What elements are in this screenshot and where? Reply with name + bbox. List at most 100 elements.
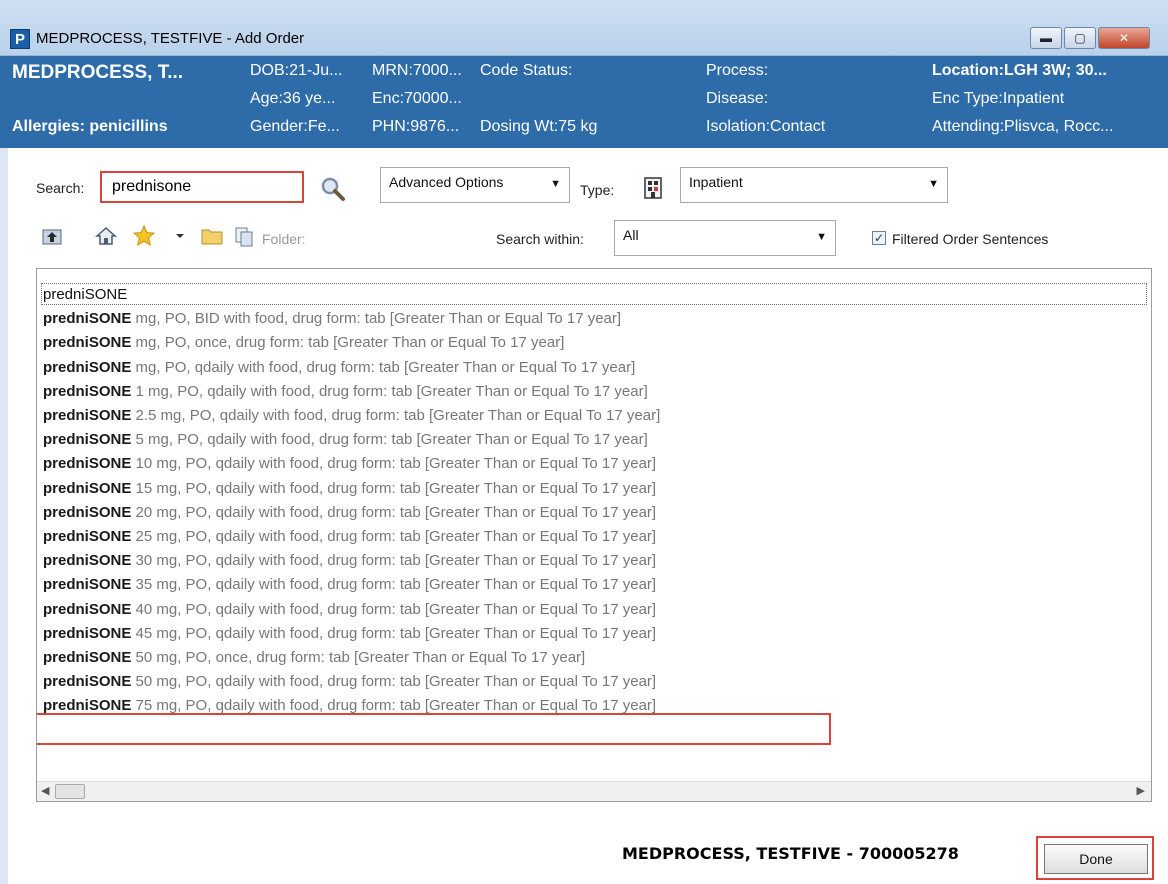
list-item[interactable]: predniSONE 10 mg, PO, qdaily with food, … (43, 452, 656, 476)
drug-name: predniSONE (43, 576, 132, 594)
list-item[interactable]: predniSONE 75 mg, PO, qdaily with food, … (43, 694, 656, 718)
list-item[interactable]: predniSONE 50 mg, PO, once, drug form: t… (43, 646, 585, 670)
close-icon: ✕ (1118, 31, 1130, 45)
search-within-value: All (623, 227, 639, 243)
order-sentence: 20 mg, PO, qdaily with food, drug form: … (135, 503, 657, 521)
type-value: Inpatient (689, 174, 743, 190)
drug-name: predniSONE (43, 600, 132, 618)
title-bar: P MEDPROCESS, TESTFIVE - Add Order ▬ ▢ ✕ (0, 0, 1168, 56)
results-list[interactable]: predniSONE predniSONE mg, PO, BID with fo… (36, 268, 1152, 802)
app-icon: P (10, 29, 30, 49)
location: Location:LGH 3W; 30... (932, 62, 1107, 79)
order-sentence: 10 mg, PO, qdaily with food, drug form: … (135, 455, 657, 473)
drug-name: predniSONE (43, 697, 132, 715)
list-item[interactable]: predniSONE 15 mg, PO, qdaily with food, … (43, 477, 656, 501)
chevron-down-icon: ▼ (550, 178, 561, 190)
drug-name: predniSONE (43, 334, 132, 352)
order-sentence: mg, PO, once, drug form: tab [Greater Th… (135, 334, 565, 352)
favorites-star-icon[interactable] (132, 224, 156, 248)
process: Process: (706, 62, 769, 79)
isolation: Isolation:Contact (706, 118, 826, 135)
type-label: Type: (580, 182, 615, 198)
home-icon[interactable] (94, 224, 118, 248)
drug-name: predniSONE (43, 624, 132, 642)
drug-name: predniSONE (43, 455, 132, 473)
up-folder-icon[interactable] (40, 224, 64, 248)
advanced-options-label: Advanced Options (389, 174, 504, 190)
encounter-type: Enc Type:Inpatient (932, 90, 1065, 107)
order-sentence: 50 mg, PO, qdaily with food, drug form: … (135, 673, 657, 691)
minimize-icon: ▬ (1040, 31, 1052, 45)
maximize-icon: ▢ (1074, 31, 1086, 45)
age: Age:36 ye... (250, 90, 336, 107)
list-item[interactable]: predniSONE 20 mg, PO, qdaily with food, … (43, 501, 656, 525)
copy-icon[interactable] (232, 224, 256, 248)
search-icon[interactable] (320, 176, 346, 202)
list-item[interactable]: predniSONE 40 mg, PO, qdaily with food, … (43, 598, 656, 622)
patient-name[interactable]: MEDPROCESS, T... (12, 62, 183, 84)
list-item[interactable]: predniSONE mg, PO, BID with food, drug f… (43, 307, 621, 331)
focus-outline (41, 283, 1147, 305)
order-sentence: mg, PO, qdaily with food, drug form: tab… (135, 358, 636, 376)
encounter-number: Enc:70000... (372, 90, 462, 107)
list-item[interactable]: predniSONE 1 mg, PO, qdaily with food, d… (43, 380, 648, 404)
order-sentence: 40 mg, PO, qdaily with food, drug form: … (135, 600, 657, 618)
drug-name: predniSONE (43, 552, 132, 570)
mrn: MRN:7000... (372, 62, 462, 79)
drug-name: predniSONE (43, 407, 132, 424)
search-input[interactable]: prednisone (100, 171, 304, 203)
chevron-down-icon: ▼ (816, 231, 827, 243)
order-sentence: 1 mg, PO, qdaily with food, drug form: t… (135, 382, 648, 400)
code-status: Code Status: (480, 62, 573, 79)
chevron-down-icon[interactable] (172, 224, 188, 248)
list-item[interactable]: predniSONE (43, 283, 127, 307)
folder-label: Folder: (262, 231, 306, 247)
allergies[interactable]: Allergies: penicillins (12, 118, 168, 136)
list-item[interactable]: predniSONE 30 mg, PO, qdaily with food, … (43, 549, 656, 573)
phn: PHN:9876... (372, 118, 460, 135)
folder-icon[interactable] (200, 224, 224, 248)
drug-name: predniSONE (43, 358, 132, 376)
list-item[interactable]: predniSONE 50 mg, PO, qdaily with food, … (43, 670, 656, 694)
order-sentence: 25 mg, PO, qdaily with food, drug form: … (135, 528, 657, 545)
attending: Attending:Plisvca, Rocc... (932, 118, 1114, 135)
list-item[interactable]: predniSONE 45 mg, PO, qdaily with food, … (43, 622, 656, 646)
window-left-edge (0, 148, 8, 884)
gender: Gender:Fe... (250, 118, 340, 135)
filtered-order-sentences-label[interactable]: Filtered Order Sentences (892, 231, 1048, 247)
order-sentence: mg, PO, BID with food, drug form: tab [G… (135, 310, 622, 328)
list-item[interactable]: predniSONE 25 mg, PO, qdaily with food, … (43, 525, 656, 549)
list-item[interactable]: predniSONE 35 mg, PO, qdaily with food, … (43, 573, 656, 597)
scroll-right-icon[interactable]: ▶ (1137, 784, 1145, 797)
footer-patient-label: MEDPROCESS, TESTFIVE - 700005278 (622, 844, 959, 863)
list-item[interactable]: predniSONE 2.5 mg, PO, qdaily with food,… (43, 404, 660, 428)
order-sentence: 2.5 mg, PO, qdaily with food, drug form:… (135, 407, 661, 424)
minimize-button[interactable]: ▬ (1030, 27, 1062, 49)
list-item[interactable]: predniSONE mg, PO, once, drug form: tab … (43, 331, 564, 355)
close-button[interactable]: ✕ (1098, 27, 1150, 49)
filtered-order-sentences-checkbox[interactable]: ✓ (872, 231, 886, 245)
search-within-dropdown[interactable]: All ▼ (614, 220, 836, 256)
horizontal-scrollbar[interactable]: ◀ ▶ (37, 781, 1151, 801)
advanced-options-dropdown[interactable]: Advanced Options ▼ (380, 167, 570, 203)
inpatient-type-icon (644, 177, 662, 199)
disease: Disease: (706, 90, 769, 107)
search-within-label: Search within: (496, 231, 584, 247)
maximize-button[interactable]: ▢ (1064, 27, 1096, 49)
type-dropdown[interactable]: Inpatient ▼ (680, 167, 948, 203)
search-label: Search: (36, 180, 85, 196)
dosing-weight: Dosing Wt:75 kg (480, 118, 598, 135)
drug-name: predniSONE (43, 479, 132, 497)
dob: DOB:21-Ju... (250, 62, 343, 79)
drug-name: predniSONE (43, 673, 132, 691)
drug-name: predniSONE (43, 528, 132, 545)
list-item[interactable]: predniSONE mg, PO, qdaily with food, dru… (43, 356, 635, 380)
done-button[interactable]: Done (1044, 844, 1148, 874)
scroll-thumb[interactable] (55, 784, 85, 799)
list-item[interactable]: predniSONE 5 mg, PO, qdaily with food, d… (43, 428, 648, 452)
drug-name: predniSONE (43, 382, 132, 400)
order-sentence: 50 mg, PO, once, drug form: tab [Greater… (135, 649, 586, 666)
order-sentence: 30 mg, PO, qdaily with food, drug form: … (135, 552, 657, 570)
scroll-left-icon[interactable]: ◀ (41, 784, 49, 797)
order-sentence: 75 mg, PO, qdaily with food, drug form: … (135, 697, 657, 715)
